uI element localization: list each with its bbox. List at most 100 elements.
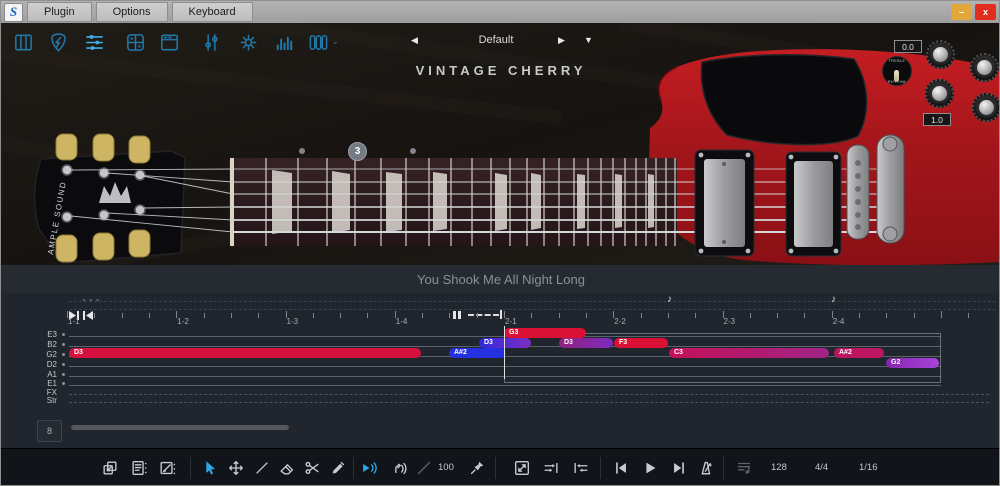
glue-tool-icon[interactable] bbox=[329, 459, 347, 477]
ruler-minor-tick bbox=[258, 313, 260, 318]
ruler-minor-tick bbox=[230, 313, 232, 318]
ruler-measure-label: 2-1 bbox=[505, 317, 517, 326]
midi-note[interactable]: D3 bbox=[559, 338, 613, 348]
lane-line bbox=[69, 394, 989, 395]
titlebar: S Plugin Options Keyboard – x bbox=[1, 1, 999, 23]
go-end-icon[interactable] bbox=[670, 459, 688, 477]
velocity-value[interactable]: 100 bbox=[438, 462, 454, 473]
riffer-panel-icon[interactable] bbox=[83, 31, 106, 54]
scissors-tool-icon[interactable] bbox=[303, 459, 321, 477]
ruler-minor-tick bbox=[695, 313, 697, 318]
pin-icon[interactable] bbox=[468, 459, 486, 477]
string-mute-dot[interactable] bbox=[62, 363, 65, 366]
keyboard-panel-icon[interactable] bbox=[12, 31, 35, 54]
app-logo[interactable]: S bbox=[4, 2, 23, 22]
ruler-measure-label: 1-3 bbox=[286, 317, 299, 326]
pointer-tool-icon[interactable] bbox=[200, 459, 218, 477]
ruler-minor-tick bbox=[312, 313, 314, 318]
minimize-button[interactable]: – bbox=[951, 4, 972, 20]
go-start-icon[interactable] bbox=[612, 459, 630, 477]
metronome-icon[interactable] bbox=[696, 459, 714, 477]
string-mute-dot[interactable] bbox=[62, 373, 65, 376]
grid-value[interactable]: 1/16 bbox=[859, 462, 878, 473]
toolbar-separator bbox=[600, 457, 601, 479]
duplicate-icon[interactable] bbox=[101, 459, 119, 477]
pickup-selector-switch[interactable]: TREBLE RHYTHM bbox=[882, 56, 912, 86]
eraser-tool-icon[interactable] bbox=[278, 459, 296, 477]
goto-start-icon[interactable] bbox=[82, 308, 94, 320]
event-list-icon[interactable] bbox=[130, 459, 148, 477]
mixer-panel-icon[interactable] bbox=[200, 31, 223, 54]
song-title[interactable]: You Shook Me All Night Long bbox=[417, 272, 585, 287]
string-mute-dot[interactable] bbox=[62, 333, 65, 336]
midi-note[interactable]: C3 bbox=[669, 348, 829, 358]
volume-knob-1[interactable] bbox=[926, 40, 955, 69]
ruler-minor-tick bbox=[913, 313, 915, 318]
edit-event-icon[interactable] bbox=[158, 459, 176, 477]
line-tool-icon[interactable] bbox=[253, 459, 271, 477]
midi-note[interactable]: D3 bbox=[479, 338, 531, 348]
zoom-level-button[interactable]: 8 bbox=[37, 420, 62, 442]
pick-panel-icon[interactable] bbox=[47, 31, 70, 54]
amp-fx-caret-icon[interactable]: ⌄ bbox=[332, 37, 339, 46]
preset-next-button[interactable]: ▶ bbox=[558, 35, 565, 46]
midi-note[interactable]: A#2 bbox=[834, 348, 884, 358]
midi-note[interactable]: G2 bbox=[886, 358, 939, 368]
ruler-minor-tick bbox=[859, 313, 861, 318]
midi-note[interactable]: G3 bbox=[504, 328, 586, 338]
preset-open-button[interactable]: ▼ bbox=[584, 35, 593, 45]
volume-knob-2[interactable] bbox=[970, 53, 999, 82]
ruler-minor-tick bbox=[367, 313, 369, 318]
midi-note[interactable]: D3 bbox=[69, 348, 421, 358]
ruler-minor-tick bbox=[558, 313, 560, 318]
midi-note[interactable]: A#2 bbox=[449, 348, 506, 358]
align-prev-icon[interactable] bbox=[572, 459, 590, 477]
strummer-panel-icon[interactable] bbox=[124, 31, 147, 54]
fret-marker-dot bbox=[410, 148, 416, 154]
ruler-minor-tick bbox=[749, 313, 751, 318]
ruler-minor-tick bbox=[804, 313, 806, 318]
note-list-icon[interactable] bbox=[735, 459, 753, 477]
capo-fret-badge[interactable]: 3 bbox=[348, 142, 367, 161]
menu-plugin[interactable]: Plugin bbox=[27, 2, 92, 22]
close-button[interactable]: x bbox=[975, 4, 996, 20]
ruler-measure-label: 2-4 bbox=[832, 317, 845, 326]
fit-zoom-icon[interactable] bbox=[513, 459, 531, 477]
preset-value[interactable]: Default bbox=[431, 34, 561, 46]
play-icon[interactable] bbox=[641, 459, 659, 477]
move-tool-icon[interactable] bbox=[227, 459, 245, 477]
browser-panel-icon[interactable] bbox=[158, 31, 181, 54]
string-mute-dot[interactable] bbox=[62, 343, 65, 346]
string-row-label: G2 bbox=[46, 350, 57, 359]
meter-icon[interactable] bbox=[273, 31, 296, 54]
ruler-minor-tick bbox=[121, 313, 123, 318]
audition-play-icon[interactable] bbox=[360, 459, 378, 477]
strum-audition-icon[interactable] bbox=[390, 459, 408, 477]
velocity-line-icon[interactable] bbox=[415, 459, 433, 477]
edit-toolbar: 100 128 4/4 1/16 bbox=[1, 448, 999, 485]
string-mute-dot[interactable] bbox=[62, 353, 65, 356]
tone-knob-1[interactable] bbox=[925, 79, 954, 108]
riffer-editor[interactable]: ⌄⌄⌄ 1-1 1-2 1-3 1-4 2-1 2-2 2-3 2-4 E3 B2 G2 D2 A1 E… bbox=[1, 293, 999, 448]
ruler-major-tick bbox=[941, 311, 942, 318]
align-next-icon[interactable] bbox=[542, 459, 560, 477]
menu-options[interactable]: Options bbox=[95, 2, 168, 22]
amp-fx-icon[interactable] bbox=[307, 31, 330, 54]
playhead[interactable] bbox=[504, 326, 505, 379]
loop-marker[interactable] bbox=[453, 311, 461, 319]
song-title-bar: You Shook Me All Night Long bbox=[1, 265, 999, 293]
tone-knob-2[interactable] bbox=[972, 93, 999, 122]
knob-value-bottom: 1.0 bbox=[923, 113, 951, 126]
ruler-minor-tick bbox=[203, 313, 205, 318]
midi-note[interactable]: F3 bbox=[614, 338, 668, 348]
menu-keyboard[interactable]: Keyboard bbox=[171, 2, 253, 22]
ruler-minor-tick bbox=[422, 313, 424, 318]
time-signature[interactable]: 4/4 bbox=[815, 462, 828, 473]
guitar-illustration: AMPLE SOUND bbox=[1, 23, 999, 265]
length-value[interactable]: 128 bbox=[771, 462, 787, 473]
string-mute-dot[interactable] bbox=[62, 382, 65, 385]
gear-icon[interactable] bbox=[237, 31, 260, 54]
horizontal-scrollbar[interactable] bbox=[71, 425, 289, 430]
preset-prev-button[interactable]: ◀ bbox=[411, 35, 418, 46]
marker-lane-line bbox=[69, 301, 996, 302]
